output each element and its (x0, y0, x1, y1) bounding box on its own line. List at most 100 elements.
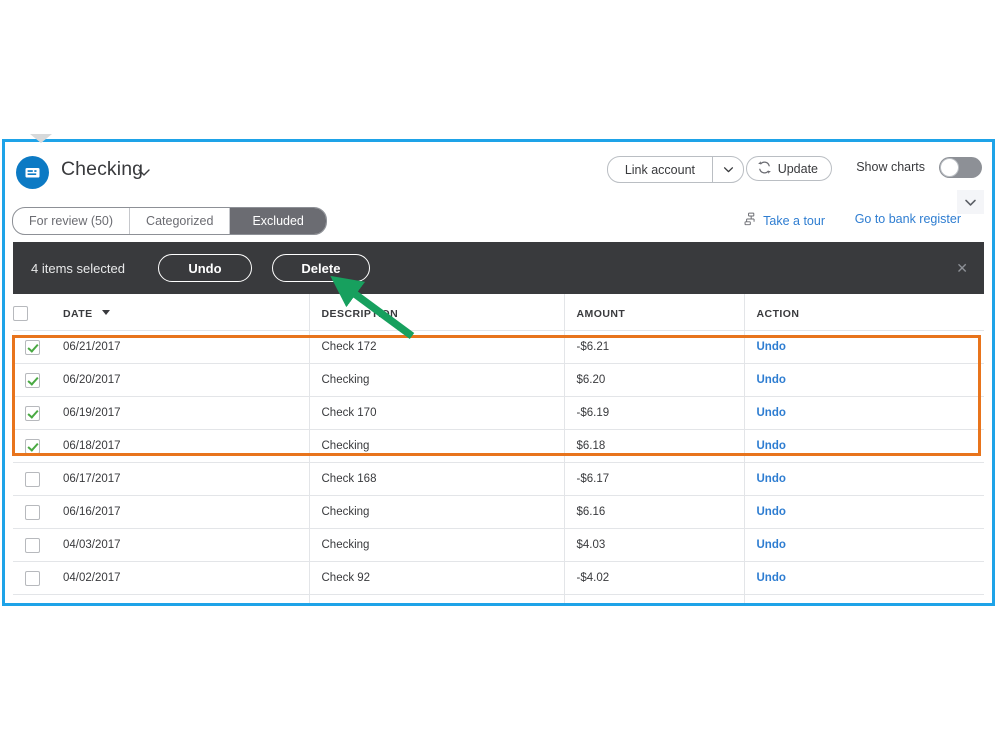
close-icon[interactable]: ✕ (956, 261, 968, 275)
table-row[interactable]: 06/18/2017 Checking $6.18 Undo (13, 429, 984, 463)
undo-button[interactable]: Undo (157, 254, 252, 282)
tab-excluded[interactable]: Excluded (230, 208, 326, 234)
cell-action: Undo (743, 528, 984, 562)
bank-card-icon (16, 156, 49, 189)
row-undo-link[interactable]: Undo (757, 473, 786, 485)
row-undo-link[interactable]: Undo (757, 407, 786, 419)
cell-description: Checking (308, 528, 564, 562)
cell-date: 04/03/2017 (51, 528, 309, 562)
account-title: Checking (61, 158, 144, 180)
link-account-chevron-down-icon[interactable] (712, 157, 743, 182)
cell-date: 06/20/2017 (51, 363, 309, 397)
row-checkbox[interactable] (24, 537, 40, 553)
table-row[interactable]: 06/17/2017 Check 168 -$6.17 Undo (13, 462, 984, 496)
cell-description: Check 92 (308, 561, 564, 595)
cell-action: Undo (743, 363, 984, 397)
cell-description: Check 168 (308, 462, 564, 496)
selection-action-bar: 4 items selected Undo Delete ✕ (13, 242, 984, 294)
tab-for-review[interactable]: For review (50) (13, 208, 131, 234)
cell-amount: -$6.17 (563, 462, 744, 496)
table-row[interactable]: 06/20/2017 Checking $6.20 Undo (13, 363, 984, 397)
row-checkbox[interactable] (24, 438, 40, 454)
row-undo-link[interactable]: Undo (757, 605, 786, 606)
cell-amount: $6.18 (563, 429, 744, 463)
update-label: Update (777, 161, 818, 176)
row-checkbox[interactable] (24, 405, 40, 421)
panel-header: Checking Link account Update Show charts (5, 142, 992, 214)
screenshot-root: Checking Link account Update Show charts… (0, 0, 999, 749)
show-charts-label: Show charts (856, 160, 925, 174)
table-row[interactable]: 04/03/2017 Checking $4.03 Undo (13, 528, 984, 562)
row-checkbox[interactable] (24, 339, 40, 355)
row-undo-link[interactable]: Undo (757, 440, 786, 452)
column-header-action: ACTION (743, 294, 984, 331)
row-checkbox[interactable] (24, 471, 40, 487)
cell-amount: $4.03 (563, 528, 744, 562)
table-row[interactable]: 04/01/2017 Checking $4.01 Undo (13, 594, 984, 607)
table-row[interactable]: 06/16/2017 Checking $6.16 Undo (13, 495, 984, 529)
delete-button[interactable]: Delete (271, 254, 370, 282)
cell-description: Checking (308, 429, 564, 463)
link-account-button[interactable]: Link account (608, 157, 712, 182)
row-checkbox-cell (13, 462, 51, 496)
column-header-date-label: DATE (63, 307, 93, 320)
show-charts-toggle[interactable] (939, 157, 982, 178)
row-checkbox[interactable] (24, 570, 40, 586)
table-row[interactable]: 06/19/2017 Check 170 -$6.19 Undo (13, 396, 984, 430)
cell-description: Checking (308, 594, 564, 603)
toggle-knob (940, 158, 959, 177)
cell-action: Undo (743, 396, 984, 430)
row-undo-link[interactable]: Undo (757, 572, 786, 584)
link-account-group: Link account (606, 156, 744, 183)
cell-action: Undo (743, 594, 984, 606)
row-checkbox[interactable] (24, 372, 40, 388)
row-checkbox[interactable] (24, 504, 40, 520)
column-header-date[interactable]: DATE (51, 294, 309, 331)
cell-action: Undo (743, 429, 984, 463)
cell-date: 06/16/2017 (51, 495, 309, 529)
cell-action: Undo (743, 462, 984, 496)
cell-amount: $4.01 (563, 594, 744, 603)
tab-categorized[interactable]: Categorized (130, 208, 231, 234)
panel-notch (30, 134, 52, 143)
transactions-table-body: 06/21/2017 Check 172 -$6.21 Undo 06/20/2… (13, 330, 984, 607)
cell-action: Undo (743, 330, 984, 364)
row-undo-link[interactable]: Undo (757, 374, 786, 386)
cell-date: 04/01/2017 (51, 594, 309, 603)
cell-amount: -$4.02 (563, 561, 744, 595)
column-header-description[interactable]: DESCRIPTION (308, 294, 564, 331)
row-checkbox-cell (13, 594, 51, 607)
cell-date: 06/17/2017 (51, 462, 309, 496)
select-all-checkbox[interactable] (13, 306, 28, 321)
refresh-icon (757, 160, 772, 178)
cell-amount: -$6.19 (563, 396, 744, 430)
table-row[interactable]: 04/02/2017 Check 92 -$4.02 Undo (13, 561, 984, 595)
cell-action: Undo (743, 495, 984, 529)
row-undo-link[interactable]: Undo (757, 539, 786, 551)
select-all-header (13, 294, 51, 331)
cell-amount: $6.20 (563, 363, 744, 397)
table-row[interactable]: 06/21/2017 Check 172 -$6.21 Undo (13, 330, 984, 364)
cell-amount: -$6.21 (563, 330, 744, 364)
cell-amount: $6.16 (563, 495, 744, 529)
column-header-amount[interactable]: AMOUNT (563, 294, 744, 331)
row-checkbox-cell (13, 363, 51, 397)
row-checkbox[interactable] (25, 604, 40, 607)
row-undo-link[interactable]: Undo (757, 506, 786, 518)
cell-date: 06/18/2017 (51, 429, 309, 463)
row-undo-link[interactable]: Undo (757, 341, 786, 353)
take-a-tour-label: Take a tour (763, 213, 825, 228)
cell-date: 06/21/2017 (51, 330, 309, 364)
row-checkbox-cell (13, 495, 51, 529)
cell-description: Checking (308, 495, 564, 529)
sitemap-icon (744, 212, 758, 229)
tab-group: For review (50) Categorized Excluded (12, 207, 327, 235)
account-chevron-down-icon[interactable] (136, 164, 152, 180)
cell-action: Undo (743, 561, 984, 595)
take-a-tour-link[interactable]: Take a tour (744, 212, 825, 229)
go-to-bank-register-link[interactable]: Go to bank register (855, 212, 961, 226)
row-checkbox-cell (13, 528, 51, 562)
table-header-row: DATE DESCRIPTION AMOUNT ACTION (13, 294, 984, 331)
update-button[interactable]: Update (745, 156, 832, 181)
row-checkbox-cell (13, 429, 51, 463)
